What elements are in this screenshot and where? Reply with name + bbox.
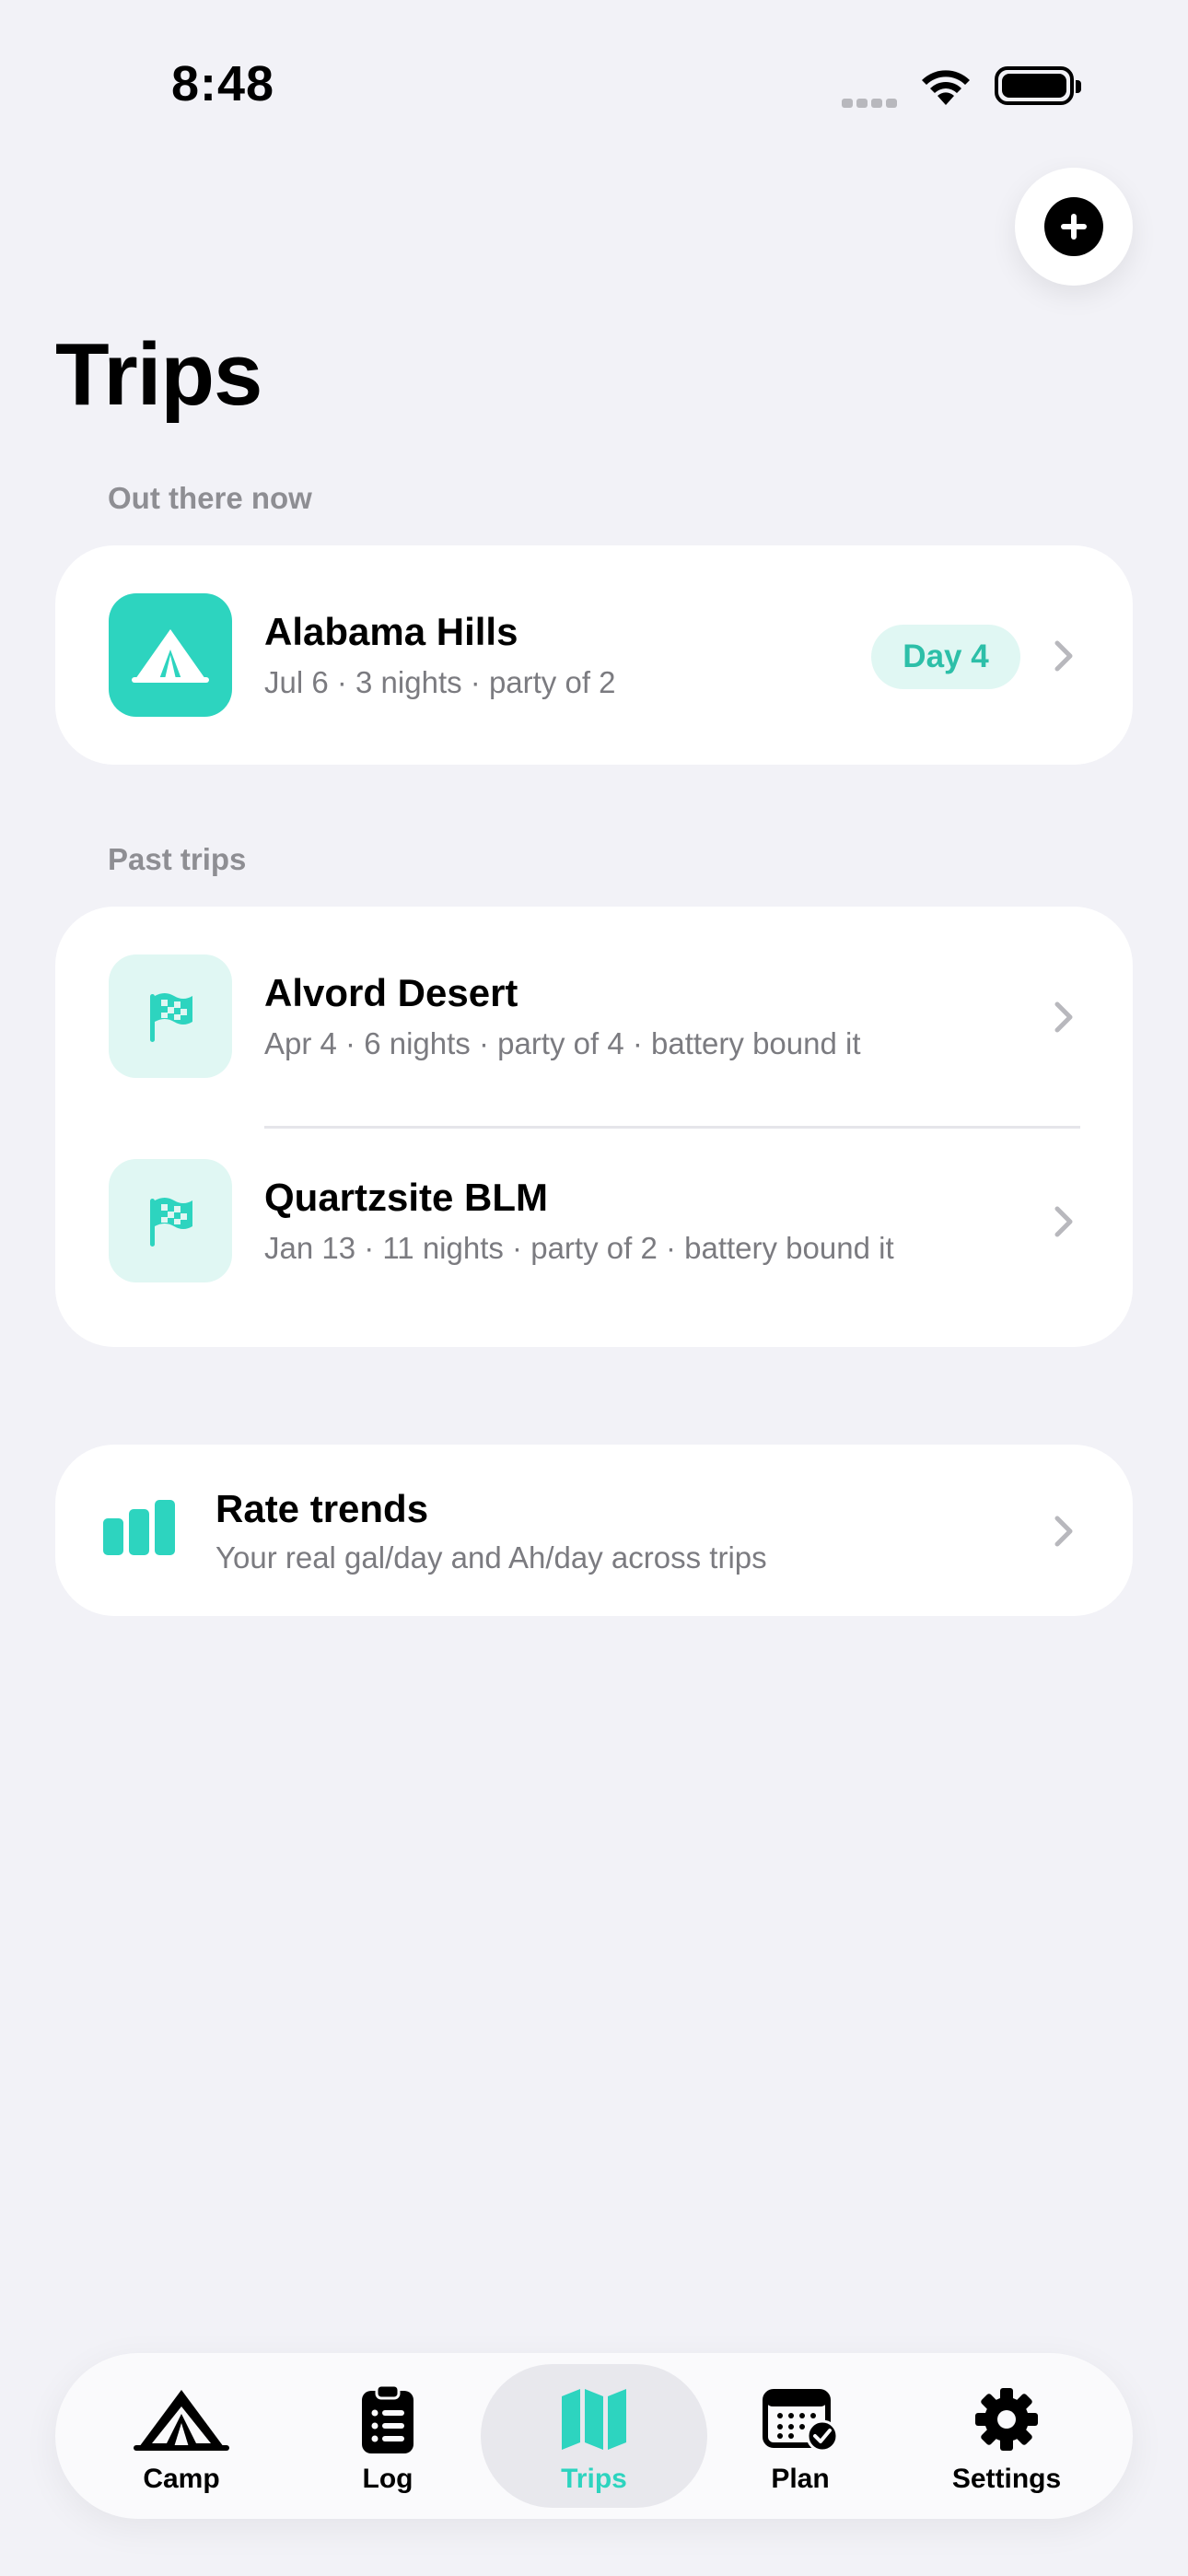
tab-label: Log	[362, 2464, 413, 2494]
rate-trends-card[interactable]: Rate trends Your real gal/day and Ah/day…	[55, 1445, 1133, 1616]
add-trip-button[interactable]	[1015, 168, 1133, 286]
chevron-right-icon	[1054, 640, 1073, 672]
plus-icon	[1044, 197, 1103, 256]
chevron-right-icon	[1054, 1001, 1073, 1033]
checkered-flag-icon	[109, 1159, 232, 1282]
status-time: 8:48	[171, 56, 275, 111]
clipboard-list-icon	[274, 2383, 501, 2456]
tab-label: Plan	[771, 2464, 830, 2494]
gear-icon	[893, 2383, 1120, 2456]
calendar-check-icon	[687, 2383, 914, 2456]
current-trip-row[interactable]: Alabama Hills Jul 6 · 3 nights · party o…	[55, 545, 1133, 765]
rate-trends-title: Rate trends	[215, 1487, 429, 1530]
tab-settings[interactable]: Settings	[893, 2364, 1120, 2508]
past-trip-name: Quartzsite BLM	[264, 1176, 549, 1219]
wifi-icon	[917, 64, 974, 111]
tab-camp[interactable]: Camp	[68, 2364, 295, 2508]
tab-label: Camp	[143, 2464, 220, 2494]
current-trip-details: Jul 6 · 3 nights · party of 2	[264, 665, 616, 699]
tent-icon	[109, 593, 232, 717]
rate-trends-subtitle: Your real gal/day and Ah/day across trip…	[215, 1540, 767, 1575]
section-label-past: Past trips	[108, 842, 247, 876]
chevron-right-icon	[1054, 1206, 1073, 1237]
page-title: Trips	[55, 325, 262, 424]
past-trip-row[interactable]: Quartzsite BLM Jan 13 · 11 nights · part…	[55, 1128, 1133, 1347]
tab-plan[interactable]: Plan	[687, 2364, 914, 2508]
tent-icon	[68, 2383, 295, 2456]
map-icon	[481, 2383, 707, 2456]
tab-log[interactable]: Log	[274, 2364, 501, 2508]
past-trip-row[interactable]: Alvord Desert Apr 4 · 6 nights · party o…	[55, 907, 1133, 1126]
bar-chart-icon	[103, 1500, 177, 1560]
tab-label: Settings	[951, 2464, 1062, 2494]
tab-bar: Camp Log Trips Plan Settings	[55, 2353, 1133, 2519]
cellular-signal-icon	[842, 96, 901, 112]
day-badge: Day 4	[871, 625, 1020, 689]
past-trip-details: Apr 4 · 6 nights · party of 4 · battery …	[264, 1026, 861, 1060]
past-trip-details: Jan 13 · 11 nights · party of 2 · batter…	[264, 1231, 894, 1265]
tab-label: Trips	[561, 2464, 627, 2494]
checkered-flag-icon	[109, 954, 232, 1078]
battery-icon	[995, 66, 1081, 105]
past-trips-card: Alvord Desert Apr 4 · 6 nights · party o…	[55, 907, 1133, 1347]
past-trip-name: Alvord Desert	[264, 971, 518, 1014]
section-label-current: Out there now	[108, 481, 312, 515]
chevron-right-icon	[1054, 1516, 1073, 1547]
current-trip-name: Alabama Hills	[264, 610, 518, 653]
tab-trips[interactable]: Trips	[481, 2364, 707, 2508]
status-bar: 8:48	[0, 0, 1188, 175]
current-trip-card: Alabama Hills Jul 6 · 3 nights · party o…	[55, 545, 1133, 765]
